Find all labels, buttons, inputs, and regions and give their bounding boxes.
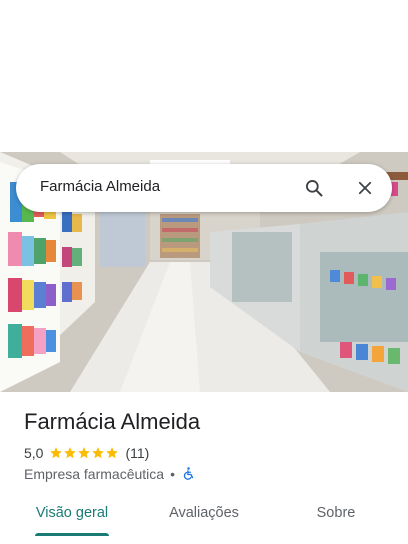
search-bar[interactable]: Farmácia Almeida [16, 164, 392, 212]
star-icon [106, 447, 119, 459]
tab-reviews[interactable]: Avaliações [152, 492, 256, 536]
search-input[interactable]: Farmácia Almeida [40, 164, 160, 212]
review-count[interactable]: (11) [125, 445, 149, 461]
star-icon [50, 447, 63, 459]
tab-overview[interactable]: Visão geral [24, 492, 120, 536]
star-rating [49, 446, 119, 460]
selected-tab-indicator [35, 533, 109, 536]
place-tabs: Visão geral Avaliações Sobre [0, 492, 408, 544]
star-icon [92, 447, 105, 459]
rating-row[interactable]: 5,0 (11) [24, 443, 149, 463]
search-icon[interactable] [302, 176, 326, 200]
wheelchair-icon[interactable] [181, 466, 197, 482]
category-row: Empresa farmacêutica • [24, 464, 197, 484]
rating-value: 5,0 [24, 445, 44, 461]
star-icon [64, 447, 77, 459]
separator-dot: • [170, 466, 175, 482]
place-page: Farmácia Almeida Farmácia Almeida 5,0 (1… [0, 0, 408, 544]
tab-about[interactable]: Sobre [300, 492, 372, 536]
place-category[interactable]: Empresa farmacêutica [24, 466, 164, 482]
close-icon[interactable] [353, 176, 377, 200]
star-icon [78, 447, 91, 459]
place-title: Farmácia Almeida [24, 409, 201, 434]
